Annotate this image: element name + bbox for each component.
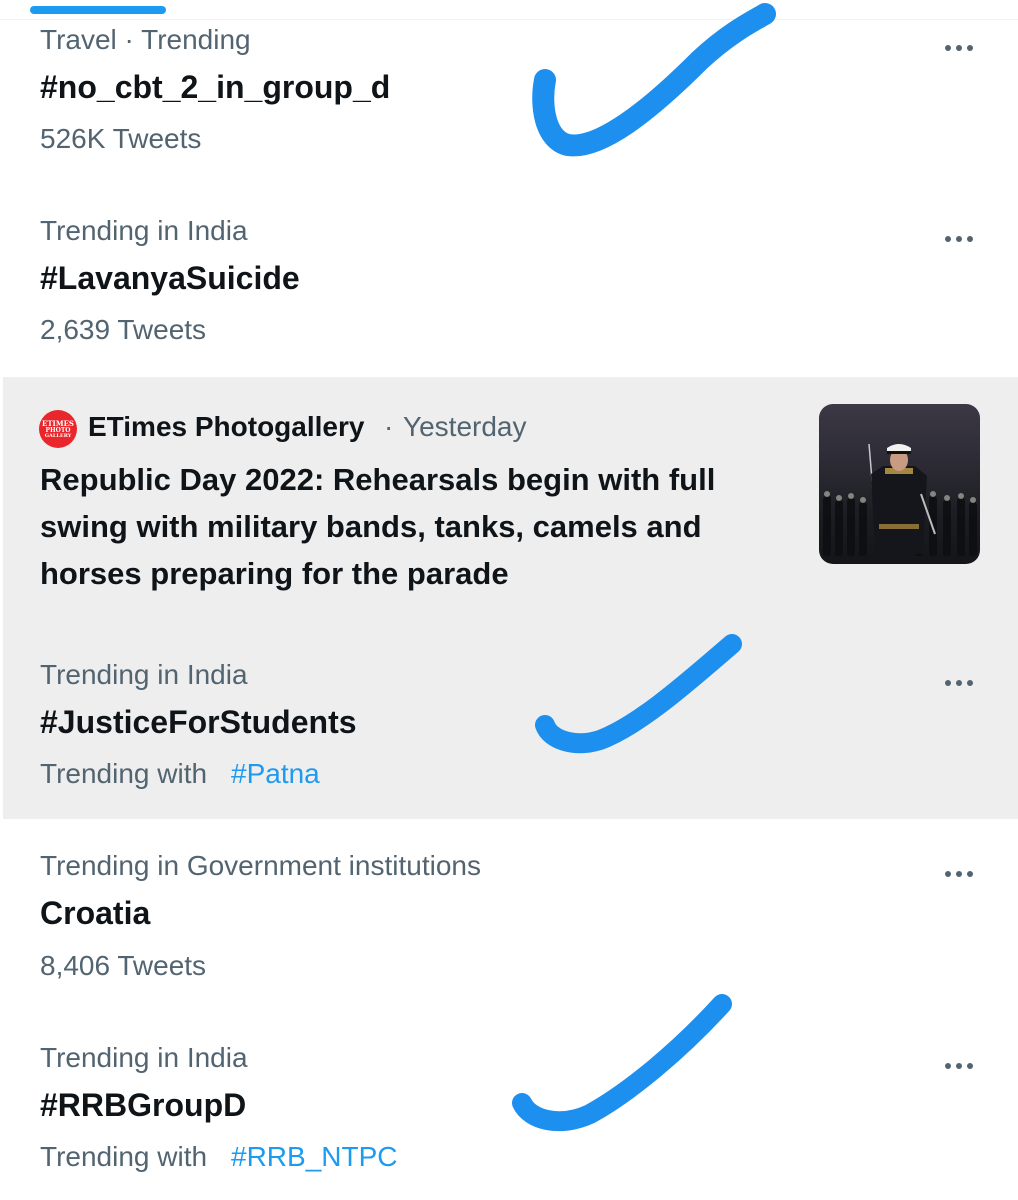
trend-tweet-count: 526K Tweets [40, 123, 202, 154]
trend-context: Trending in India [40, 659, 248, 690]
trend-title[interactable]: #JusticeForStudents [40, 703, 357, 741]
divider [0, 19, 1018, 20]
trend-title[interactable]: #LavanyaSuicide [40, 259, 300, 297]
trend-with-label: Trending with [40, 1141, 208, 1172]
news-time: Yesterday [403, 411, 527, 442]
trend-context: Travel · Trending [40, 24, 251, 55]
trend-title[interactable]: Croatia [40, 894, 150, 932]
trend-context: Trending in Government institutions [40, 850, 481, 881]
trend-context: Trending in India [40, 215, 248, 246]
news-separator: · [384, 411, 394, 442]
active-tab-indicator [30, 6, 166, 14]
news-source-name[interactable]: ETimes Photogallery [88, 410, 364, 444]
trend-context: Trending in India [40, 1042, 248, 1073]
trend-title[interactable]: #no_cbt_2_in_group_d [40, 68, 390, 106]
more-horizontal-icon[interactable] [934, 668, 984, 698]
hand-drawn-checkmark-icon [512, 994, 732, 1132]
more-horizontal-icon[interactable] [934, 33, 984, 63]
more-horizontal-icon[interactable] [934, 1051, 984, 1081]
trend-title[interactable]: #RRBGroupD [40, 1086, 246, 1124]
news-headline[interactable]: Republic Day 2022: Rehearsals begin with… [40, 456, 800, 597]
trend-tweet-count: 2,639 Tweets [40, 314, 207, 345]
news-photo-thumbnail[interactable] [819, 404, 980, 564]
trend-with-hashtag[interactable]: #Patna [231, 757, 320, 791]
more-horizontal-icon[interactable] [934, 224, 984, 254]
hand-drawn-checkmark-icon [532, 3, 776, 157]
more-horizontal-icon[interactable] [934, 859, 984, 889]
trend-with-label: Trending with [40, 758, 208, 789]
trend-with-hashtag[interactable]: #RRB_NTPC [231, 1140, 397, 1174]
trend-tweet-count: 8,406 Tweets [40, 950, 207, 981]
news-source-logo: ETIMES PHOTO GALLERY [39, 410, 77, 448]
